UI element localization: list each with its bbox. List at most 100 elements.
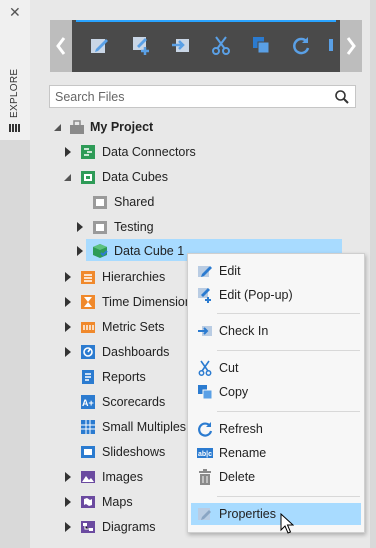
context-menu: Edit Edit (Pop-up) Check In Cut Copy Ref…	[187, 253, 365, 533]
svg-text:A+: A+	[82, 398, 94, 408]
dashboard-icon	[81, 345, 95, 359]
collapsed-arrow-icon[interactable]	[62, 316, 74, 338]
tree-item-time-dimension[interactable]: Time Dimension	[62, 291, 192, 313]
tree-item-small-multiples[interactable]: Small Multiples	[62, 416, 187, 438]
folder-icon	[93, 221, 107, 234]
tree-item-label: Data Cubes	[102, 170, 169, 184]
rename-icon: ab|c	[197, 448, 213, 458]
small-multiples-icon	[81, 420, 95, 434]
tree-item-diagrams[interactable]: Diagrams	[62, 516, 187, 538]
mouse-cursor-icon	[280, 513, 294, 534]
cut-icon[interactable]	[210, 34, 232, 56]
copy-icon	[198, 385, 213, 400]
trash-icon	[199, 469, 211, 485]
diagram-icon	[81, 521, 95, 533]
tree-item-label: Diagrams	[102, 520, 156, 534]
tree-item-images[interactable]: Images	[62, 466, 187, 488]
tree-item-testing[interactable]: Testing	[74, 216, 342, 238]
tree-item-maps[interactable]: Maps	[62, 491, 187, 513]
menu-separator	[217, 350, 360, 351]
menu-item-cut[interactable]: Cut	[188, 357, 364, 379]
map-icon	[81, 496, 95, 508]
collapsed-arrow-icon[interactable]	[74, 216, 86, 238]
explore-tab[interactable]: ✕ EXPLORE	[0, 0, 31, 140]
tree-item-data-cubes[interactable]: Data Cubes	[62, 166, 342, 188]
tree-item-hierarchies[interactable]: Hierarchies	[62, 266, 187, 288]
menu-item-label: Refresh	[219, 422, 263, 436]
tree-item-label: Testing	[114, 220, 154, 234]
edit-icon[interactable]	[88, 34, 110, 56]
chevron-right-icon	[346, 37, 356, 55]
scroll-left-button[interactable]	[50, 20, 72, 72]
menu-item-label: Cut	[219, 361, 239, 375]
tree-item-data-connectors[interactable]: Data Connectors	[62, 141, 342, 163]
chevron-left-icon	[56, 37, 66, 55]
metric-set-icon	[81, 322, 95, 333]
menu-item-properties[interactable]: Properties	[191, 503, 361, 525]
edit-icon	[198, 266, 212, 277]
tree-item-label: Shared	[114, 195, 155, 209]
project-icon	[70, 120, 84, 134]
tree-project[interactable]: My Project	[52, 116, 342, 138]
collapsed-arrow-icon[interactable]	[74, 240, 86, 262]
tree-item-dashboards[interactable]: Dashboards	[62, 341, 187, 363]
collapsed-arrow-icon[interactable]	[62, 141, 74, 163]
tree-item-label: Dashboards	[102, 345, 170, 359]
explore-label: EXPLORE	[9, 68, 20, 118]
collapsed-arrow-icon[interactable]	[62, 516, 74, 538]
tree-item-label: Images	[102, 470, 143, 484]
data-cube-icon	[93, 244, 108, 258]
menu-item-label: Copy	[219, 385, 249, 399]
expanded-arrow-icon[interactable]	[52, 116, 64, 138]
collapsed-arrow-icon[interactable]	[62, 466, 74, 488]
collapsed-arrow-icon[interactable]	[62, 291, 74, 313]
menu-item-refresh[interactable]: Refresh	[188, 418, 364, 440]
collapsed-arrow-icon[interactable]	[62, 341, 74, 363]
tree-item-label: Hierarchies	[102, 270, 166, 284]
menu-item-label: Rename	[219, 446, 267, 460]
tree-item-metric-sets[interactable]: Metric Sets	[62, 316, 187, 338]
edit-popup-icon	[198, 288, 211, 303]
expanded-arrow-icon[interactable]	[62, 166, 74, 188]
tree-item-label: Scorecards	[102, 395, 166, 409]
grip-icon	[9, 124, 20, 132]
tree-item-label: Metric Sets	[102, 320, 165, 334]
menu-item-check-in[interactable]: Check In	[188, 320, 364, 342]
cut-icon	[198, 360, 212, 376]
menu-item-edit[interactable]: Edit	[188, 260, 364, 282]
menu-item-rename[interactable]: ab|c Rename	[188, 442, 364, 464]
tree-item-scorecards[interactable]: A+ Scorecards	[62, 391, 187, 413]
menu-separator	[217, 496, 360, 497]
collapsed-arrow-icon[interactable]	[62, 266, 74, 288]
tree-item-reports[interactable]: Reports	[62, 366, 187, 388]
hierarchy-icon	[81, 271, 95, 284]
close-icon[interactable]: ✕	[9, 4, 21, 20]
search-icon[interactable]	[334, 89, 350, 105]
scroll-right-button[interactable]	[340, 20, 362, 72]
images-icon	[81, 471, 95, 483]
properties-icon	[198, 508, 211, 520]
menu-separator	[217, 313, 360, 314]
copy-icon[interactable]	[250, 34, 272, 56]
refresh-icon[interactable]	[290, 34, 312, 56]
menu-item-label: Delete	[219, 470, 256, 484]
tree-item-label: Time Dimension	[102, 295, 192, 309]
more-icon[interactable]	[328, 34, 334, 56]
new-item-icon[interactable]	[130, 34, 152, 56]
tree-item-label: Maps	[102, 495, 133, 509]
search-input[interactable]	[55, 88, 325, 105]
check-in-icon[interactable]	[170, 34, 192, 56]
menu-item-delete[interactable]: Delete	[188, 466, 364, 488]
menu-item-edit-popup[interactable]: Edit (Pop-up)	[188, 284, 364, 306]
tree-item-shared[interactable]: Shared	[74, 191, 342, 213]
tree-item-label: Slideshows	[102, 445, 166, 459]
tree-item-slideshows[interactable]: Slideshows	[62, 441, 187, 463]
toolbar-accent	[76, 20, 336, 22]
collapsed-arrow-icon[interactable]	[62, 491, 74, 513]
data-cube-folder-icon	[81, 171, 95, 184]
search-box	[49, 85, 356, 108]
menu-item-label: Edit	[219, 264, 241, 278]
tree-item-label: Reports	[102, 370, 146, 384]
menu-item-label: Edit (Pop-up)	[219, 288, 293, 302]
menu-item-copy[interactable]: Copy	[188, 381, 364, 403]
